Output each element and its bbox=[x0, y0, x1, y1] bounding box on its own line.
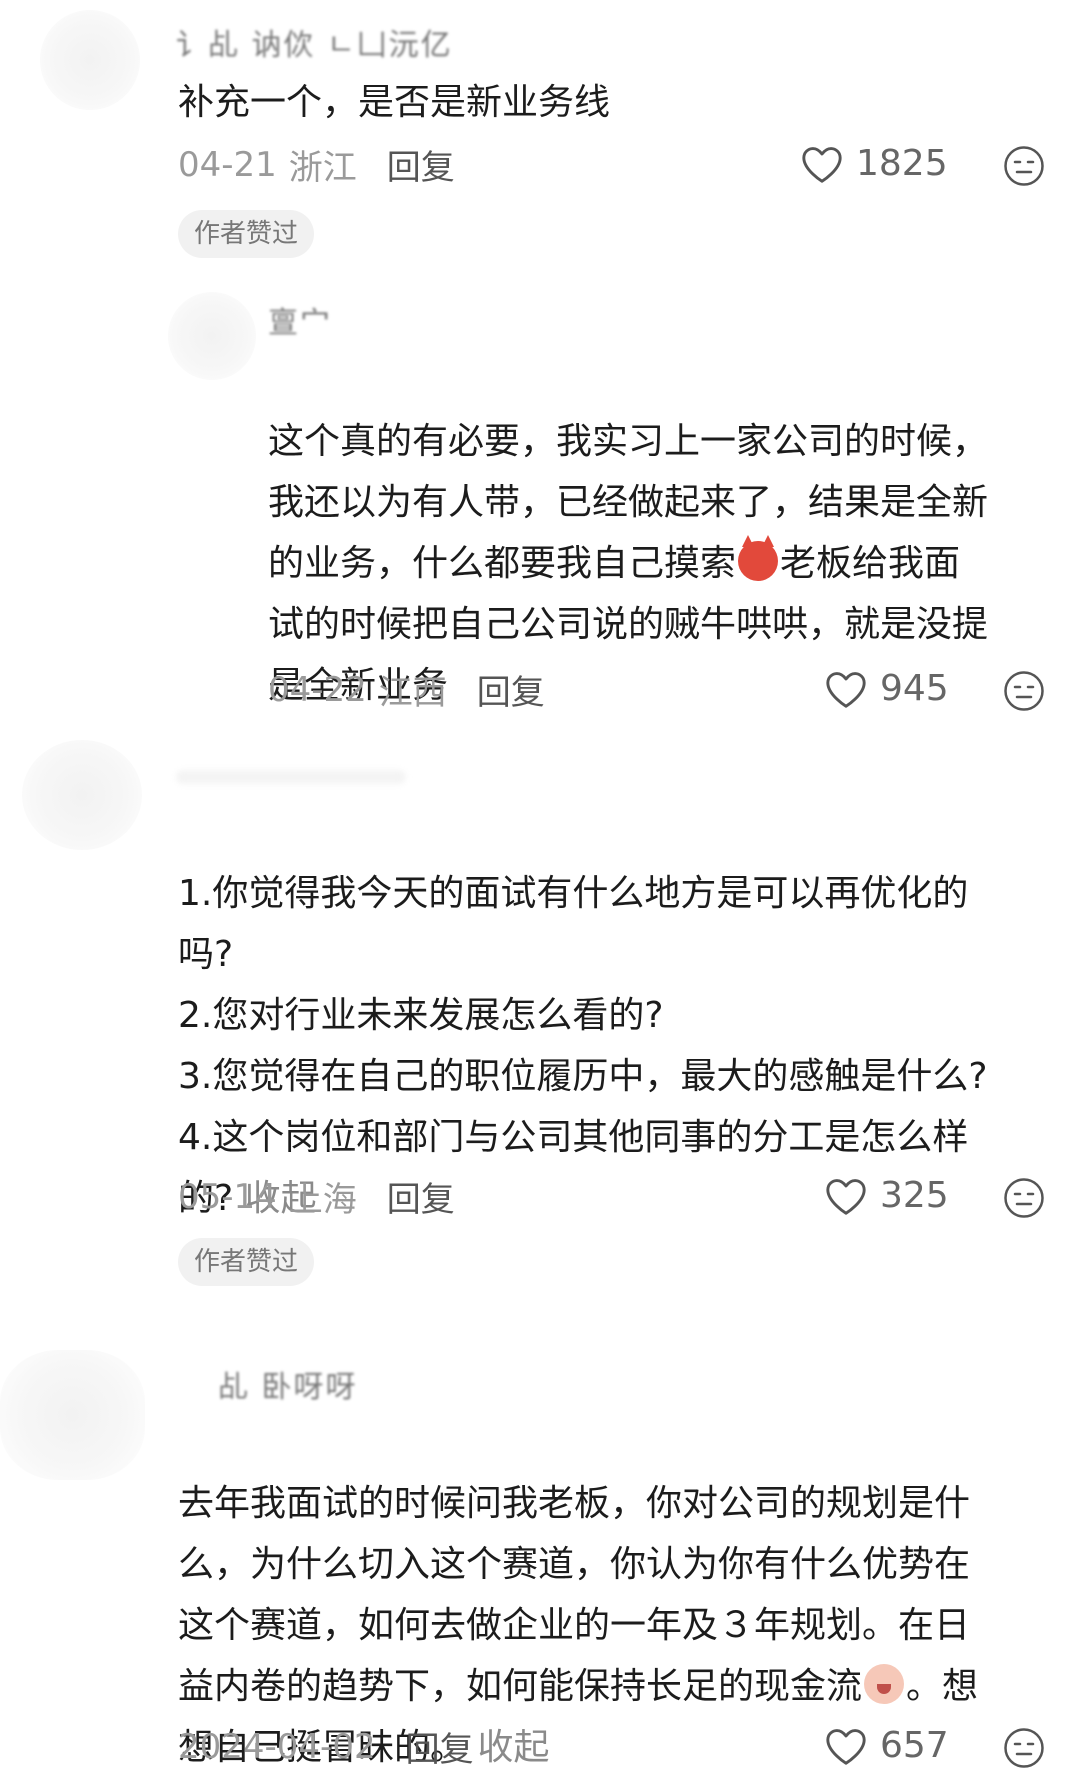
comment-date: 2024-04-02 bbox=[178, 1726, 376, 1767]
comment-text-part: 去年我面试的时候问我老板，你对公司的规划是什 么，为什么切入这个赛道，你认为你有… bbox=[178, 1483, 971, 1707]
heart-outline-icon bbox=[826, 1728, 866, 1765]
avatar[interactable] bbox=[40, 10, 140, 110]
comment-meta: 04-22 江西 回复 bbox=[268, 665, 545, 714]
comment-username[interactable]: 乩 卧呀呀 bbox=[218, 1362, 358, 1406]
avatar[interactable] bbox=[22, 740, 142, 850]
reply-button[interactable]: 回复 bbox=[387, 1172, 455, 1221]
crying-emoji bbox=[864, 1664, 905, 1704]
devil-emoji bbox=[738, 535, 779, 581]
comment-location: 江西 bbox=[378, 673, 447, 713]
author-liked-badge: 作者赞过 bbox=[178, 210, 315, 258]
heart-outline-icon bbox=[802, 146, 842, 183]
comment-date: 04-21 bbox=[178, 144, 277, 185]
comment-text: 这个真的有必要，我实习上一家公司的时候， 我还以为有人带，已经做起来了，结果是全… bbox=[268, 350, 988, 716]
collapse-link[interactable]: 收起 bbox=[477, 1727, 549, 1768]
comment-text: 补充一个，是否是新业务线 bbox=[178, 82, 611, 123]
avatar[interactable] bbox=[0, 1350, 145, 1480]
like-count: 325 bbox=[880, 1175, 949, 1216]
comment-location: 上海 bbox=[288, 1180, 357, 1220]
like-count: 657 bbox=[880, 1725, 949, 1766]
comment-meta: 2024-04-02 回复 bbox=[178, 1722, 474, 1771]
neutral-face-icon[interactable] bbox=[1003, 145, 1045, 187]
comment-username[interactable]: 亶宀 bbox=[268, 298, 332, 342]
like-button[interactable]: 1825 bbox=[800, 143, 948, 184]
neutral-face-icon[interactable] bbox=[1003, 1177, 1045, 1219]
heart-outline-icon bbox=[826, 1178, 866, 1215]
heart-outline-icon bbox=[826, 671, 866, 708]
comment-location: 浙江 bbox=[288, 148, 357, 188]
comment-text: 1.你觉得我今天的面试有什么地方是可以再优化的 吗? 2.您对行业未来发展怎么看… bbox=[178, 802, 987, 1229]
comment-meta: 04-21 浙江 回复 bbox=[178, 140, 455, 189]
like-button[interactable]: 945 bbox=[824, 668, 949, 709]
like-button[interactable]: 657 bbox=[824, 1725, 949, 1766]
like-count: 945 bbox=[880, 668, 949, 709]
username-placeholder bbox=[176, 770, 406, 784]
comment-text-part: 1.你觉得我今天的面试有什么地方是可以再优化的 吗? 2.您对行业未来发展怎么看… bbox=[178, 873, 988, 1219]
reply-button[interactable]: 回复 bbox=[477, 665, 545, 714]
comment-date: 05-14 bbox=[178, 1176, 277, 1217]
neutral-face-icon[interactable] bbox=[1003, 670, 1045, 712]
author-liked-badge: 作者赞过 bbox=[178, 1238, 315, 1286]
comment-meta: 05-14 上海 回复 bbox=[178, 1172, 455, 1221]
like-count: 1825 bbox=[856, 143, 948, 184]
reply-button[interactable]: 回复 bbox=[387, 140, 455, 189]
neutral-face-icon[interactable] bbox=[1003, 1727, 1045, 1769]
comment-username[interactable]: 讠乩 讷佽 ㄴ凵沅亿 bbox=[176, 20, 453, 64]
avatar[interactable] bbox=[168, 292, 256, 380]
reply-button[interactable]: 回复 bbox=[406, 1722, 474, 1771]
like-button[interactable]: 325 bbox=[824, 1175, 949, 1216]
comment-date: 04-22 bbox=[268, 669, 367, 710]
